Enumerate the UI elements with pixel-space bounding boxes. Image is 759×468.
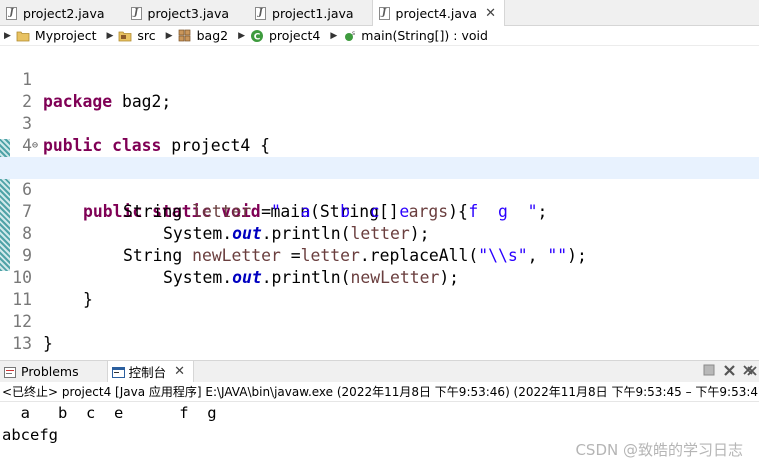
java-file-icon: J xyxy=(378,7,390,20)
code-editor[interactable]: 1 package bag2; 2 3 public class project… xyxy=(0,47,759,353)
breadcrumb-label: main(String[]) : void xyxy=(361,28,488,43)
method-icon: s xyxy=(342,29,356,43)
chevron-right-icon: ▶ xyxy=(165,30,173,41)
breadcrumb-project[interactable]: ▶ Myproject xyxy=(4,28,97,43)
code-line: 4 xyxy=(0,113,759,155)
breadcrumb-package[interactable]: ▶ bag2 xyxy=(166,28,228,43)
tab-label: Problems xyxy=(21,364,79,379)
console-icon xyxy=(111,366,125,378)
code-line: 7 System.out.println(letter); xyxy=(0,179,759,243)
class-icon: C xyxy=(250,29,264,43)
breadcrumb-class[interactable]: ▶ C project4 xyxy=(238,28,320,43)
tab-problems[interactable]: Problems xyxy=(0,361,87,383)
close-tab-icon[interactable]: ✕ xyxy=(485,6,496,21)
code-line-current: 6 String letter =" a b c e f g "; xyxy=(0,157,759,221)
tab-project4[interactable]: J project4.java ✕ xyxy=(371,0,505,27)
svg-text:s: s xyxy=(352,30,355,37)
java-file-icon: J xyxy=(130,6,142,20)
java-file-icon: J xyxy=(6,6,17,20)
chevron-right-icon: ▶ xyxy=(4,30,11,41)
tab-label: 控制台 xyxy=(128,365,167,380)
breadcrumb-method[interactable]: ▶ s main(String[]) : void xyxy=(330,28,488,43)
code-line: 1 package bag2; xyxy=(0,47,759,111)
tab-label: project4.java xyxy=(395,6,478,21)
console-output-line: abcefg xyxy=(2,426,58,444)
code-text: } xyxy=(43,334,53,353)
watermark: CSDN @致皓的学习日志 xyxy=(575,441,743,459)
console-output-line: a b c e f g xyxy=(2,404,217,422)
breadcrumb: ▶ Myproject ▶ src ▶ bag2 ▶ C project4 ▶ … xyxy=(0,26,759,46)
console-process-status: <已终止> project4 [Java 应用程序] E:\JAVA\bin\j… xyxy=(0,382,759,402)
code-line: 8 String newLetter =letter.replaceAll("\… xyxy=(0,201,759,265)
tab-label: project1.java xyxy=(272,5,354,21)
tab-project3[interactable]: J project3.java xyxy=(125,0,238,26)
terminate-icon[interactable] xyxy=(703,364,715,380)
tab-console[interactable]: 控制台 ✕ xyxy=(106,360,195,383)
close-tab-icon[interactable]: ✕ xyxy=(174,364,185,379)
line-number: 13 xyxy=(12,334,32,353)
code-line: 10 } xyxy=(0,245,759,309)
chevron-right-icon: ▶ xyxy=(238,30,245,41)
breadcrumb-src[interactable]: ▶ src xyxy=(107,28,156,43)
breadcrumb-label: project4 xyxy=(269,28,321,43)
chevron-right-icon: ▶ xyxy=(106,30,114,41)
code-line: 5 ⊖ public static void main(String[] arg… xyxy=(0,135,759,221)
fold-collapse-icon[interactable]: ⊖ xyxy=(32,135,38,157)
breadcrumb-label: Myproject xyxy=(34,28,97,43)
breadcrumb-label: src xyxy=(137,28,156,43)
code-line: 3 public class project4 { xyxy=(0,91,759,155)
java-file-icon: J xyxy=(255,6,267,20)
console-tab-bar: Problems 控制台 ✕ xyxy=(0,360,759,383)
tab-label: project2.java xyxy=(23,5,105,21)
code-line: 13 xyxy=(0,311,759,353)
remove-all-icon[interactable] xyxy=(743,364,757,381)
code-line: 2 xyxy=(0,69,759,111)
code-line: 12 } xyxy=(0,289,759,353)
tab-project1[interactable]: J project1.java xyxy=(249,0,362,26)
chevron-right-icon: ▶ xyxy=(330,30,338,41)
package-icon xyxy=(178,29,192,43)
tab-label: project3.java xyxy=(147,5,230,21)
code-line: 9 System.out.println(newLetter); xyxy=(0,223,759,287)
project-folder-icon xyxy=(16,29,30,43)
remove-launch-icon[interactable] xyxy=(723,364,736,381)
editor-tab-bar: J project2.java J project3.java J projec… xyxy=(0,0,759,27)
tab-project2[interactable]: J project2.java xyxy=(0,0,113,26)
problems-icon xyxy=(4,366,16,378)
breadcrumb-label: bag2 xyxy=(196,28,229,43)
svg-text:C: C xyxy=(254,32,261,42)
code-line: 11 xyxy=(0,267,759,309)
source-folder-icon xyxy=(118,29,132,43)
